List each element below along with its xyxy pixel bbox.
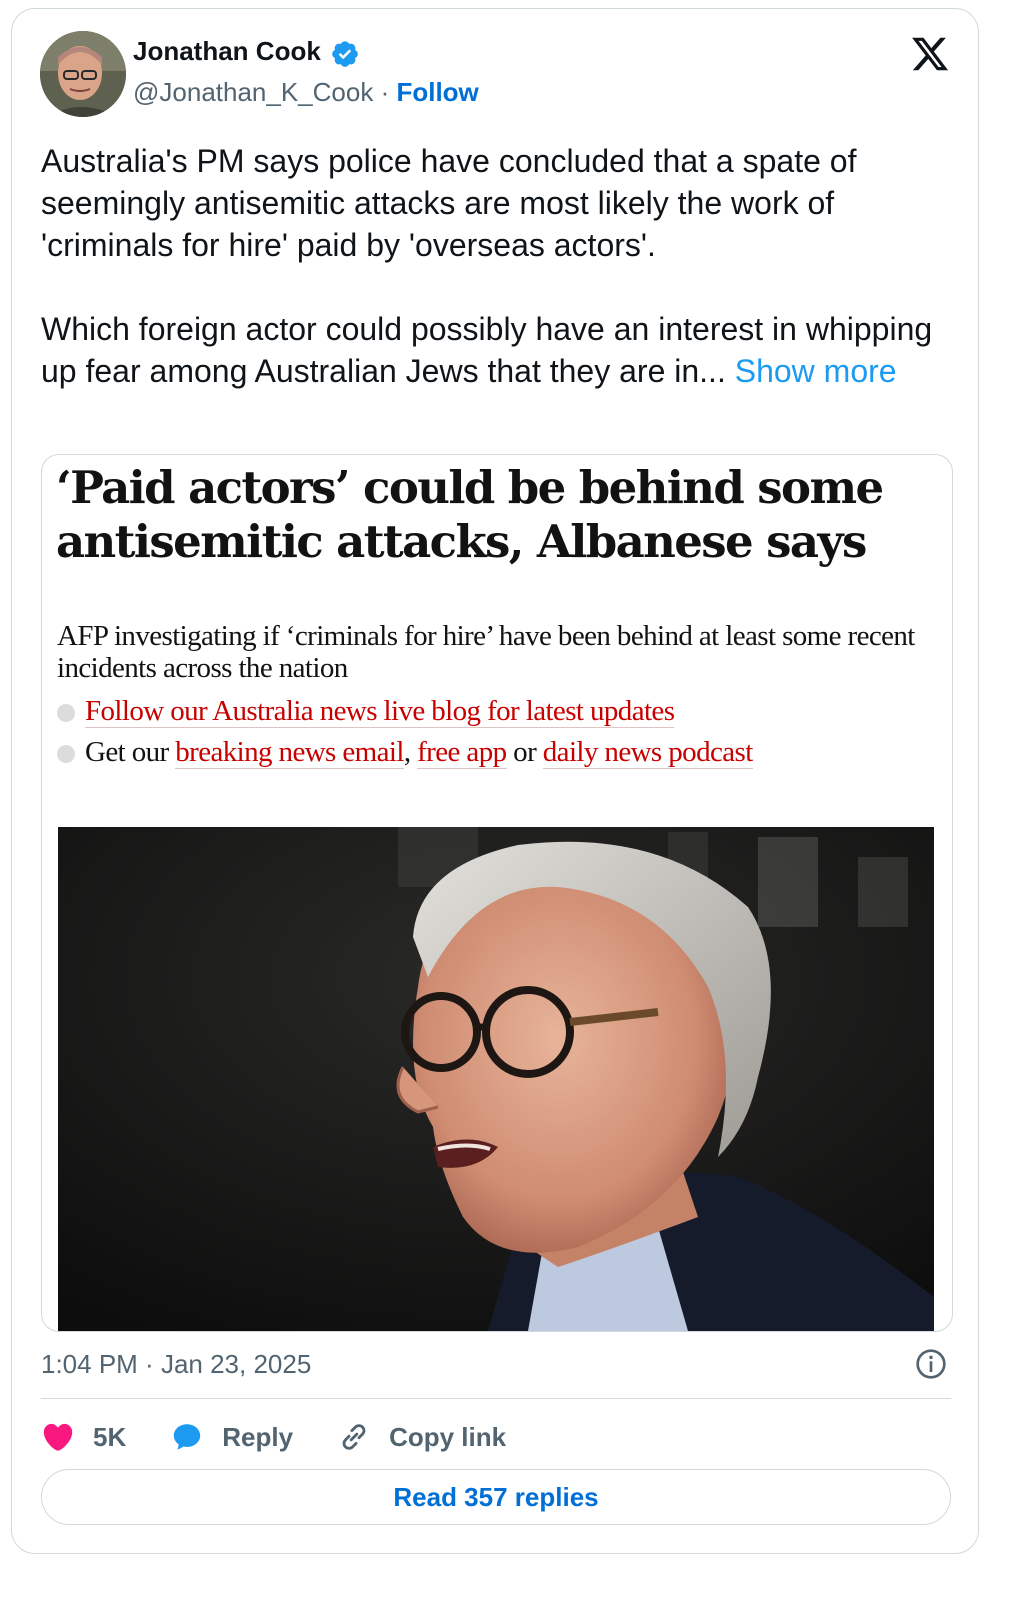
reply-button[interactable]: Reply — [170, 1420, 293, 1454]
tweet-time: 1:04 PM — [41, 1349, 138, 1379]
bullet-dot — [57, 745, 75, 763]
like-button[interactable]: 5K — [41, 1420, 126, 1454]
article-headline: ‘Paid actors’ could be behind some antis… — [56, 461, 884, 568]
action-bar: 5K Reply Copy link — [41, 1414, 550, 1460]
free-app-link: free app — [417, 736, 507, 769]
like-count: 5K — [93, 1421, 127, 1452]
article-bullet-list: Follow our Australia news live blog for … — [57, 695, 917, 777]
read-replies-button[interactable]: Read 357 replies — [41, 1469, 951, 1525]
x-logo-icon[interactable] — [910, 34, 950, 74]
bullet-sep-1: , — [403, 736, 418, 768]
tweet-card: Jonathan Cook @Jonathan_K_Cook · Follow … — [11, 8, 979, 1554]
tweet-timestamp[interactable]: 1:04 PM · Jan 23, 2025 — [41, 1349, 311, 1380]
author-handle-line: @Jonathan_K_Cook · Follow — [133, 77, 479, 108]
tweet-paragraph-2: Which foreign actor could possibly have … — [41, 308, 941, 392]
heart-icon — [43, 1423, 73, 1451]
article-bullet-item: Get our breaking news email, free app or… — [57, 736, 917, 769]
portrait-illustration — [58, 827, 934, 1331]
reply-bubble-icon — [174, 1424, 201, 1450]
article-photo — [58, 827, 934, 1331]
avatar-image — [40, 31, 126, 117]
timestamp-separator: · — [137, 1349, 161, 1379]
article-standfirst: AFP investigating if ‘criminals for hire… — [57, 620, 915, 684]
daily-news-podcast-link: daily news podcast — [542, 736, 753, 769]
article-bullet-item: Follow our Australia news live blog for … — [57, 695, 917, 728]
author-display-name[interactable]: Jonathan Cook — [133, 36, 321, 67]
divider — [41, 1398, 951, 1399]
show-more-link[interactable]: Show more — [735, 353, 897, 389]
bullet-sep-2: or — [506, 736, 543, 768]
follow-link[interactable]: Follow — [396, 77, 478, 107]
link-icon — [342, 1424, 366, 1450]
read-replies-label: Read 357 replies — [393, 1481, 599, 1512]
tweet-date: Jan 23, 2025 — [160, 1349, 312, 1379]
verified-badge-icon — [332, 41, 358, 67]
bullet-dot — [57, 704, 75, 722]
info-icon[interactable] — [915, 1348, 947, 1380]
tweet-text: Australia's PM says police have conclude… — [41, 140, 941, 392]
bullet-prefix: Get our — [85, 736, 176, 768]
copy-link-button[interactable]: Copy link — [337, 1420, 506, 1454]
author-handle[interactable]: @Jonathan_K_Cook — [133, 77, 373, 107]
tweet-paragraph-1: Australia's PM says police have conclude… — [41, 143, 857, 263]
breaking-news-email-link: breaking news email — [175, 736, 404, 769]
live-blog-link: Follow our Australia news live blog for … — [85, 695, 675, 728]
handle-separator: · — [373, 77, 397, 107]
copy-link-label: Copy link — [389, 1421, 507, 1452]
author-avatar[interactable] — [40, 31, 126, 117]
embedded-media-card[interactable]: ‘Paid actors’ could be behind some antis… — [41, 454, 953, 1332]
reply-label: Reply — [222, 1421, 294, 1452]
